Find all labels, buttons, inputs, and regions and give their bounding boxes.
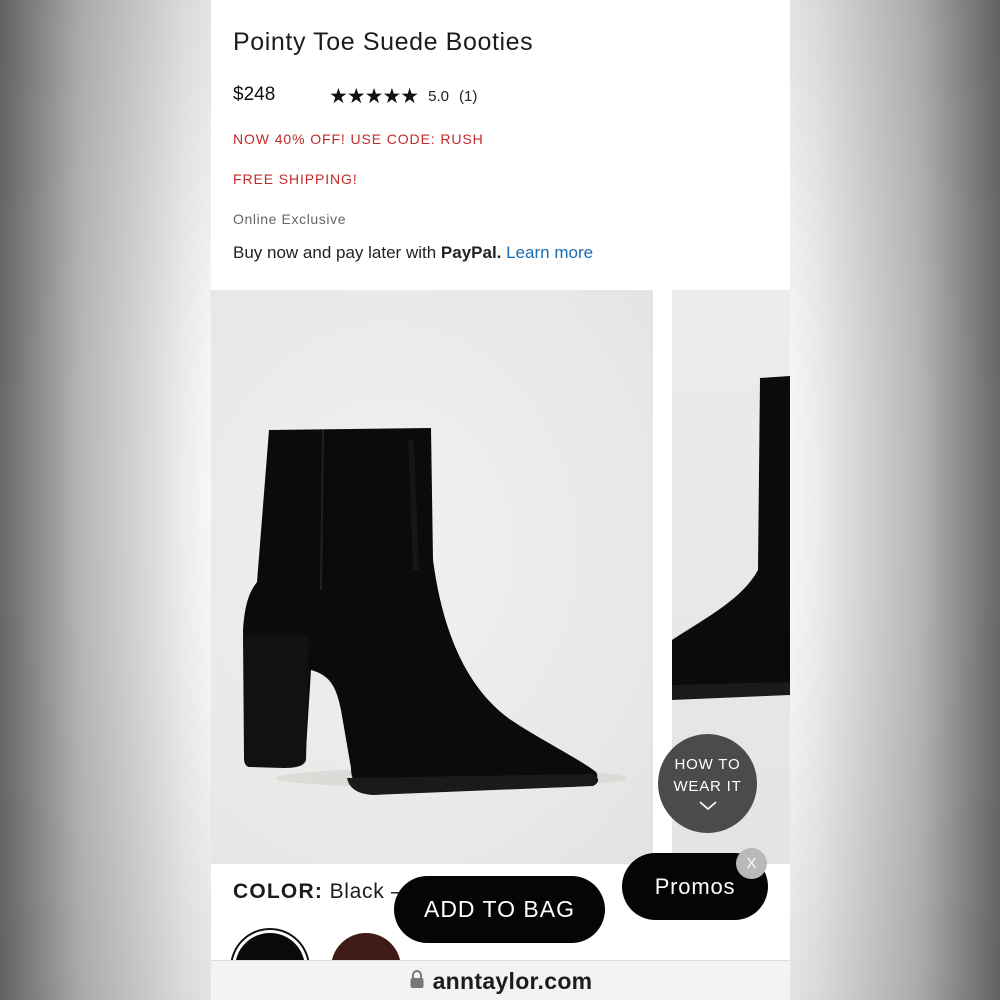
url-text: anntaylor.com <box>432 967 593 994</box>
how-to-wear-button[interactable]: HOW TO WEAR IT <box>658 734 757 833</box>
paypal-prefix: Buy now and pay later with <box>233 243 441 262</box>
paypal-message: Buy now and pay later with PayPal. Learn… <box>233 243 593 263</box>
close-icon[interactable]: X <box>736 848 767 879</box>
how-to-wear-line2: WEAR IT <box>673 777 742 795</box>
color-label: COLOR: Black – <box>233 880 403 904</box>
color-value: Black – <box>329 880 404 903</box>
chevron-down-icon <box>698 800 717 814</box>
online-exclusive-label: Online Exclusive <box>233 211 347 227</box>
boot-image-icon <box>243 428 626 795</box>
browser-url-bar[interactable]: anntaylor.com <box>211 960 790 1000</box>
promo-discount-text: NOW 40% OFF! USE CODE: RUSH <box>233 131 484 147</box>
paypal-brand: PayPal. <box>440 243 502 262</box>
paypal-learn-more-link[interactable]: Learn more <box>506 243 593 262</box>
product-rating[interactable]: ★★★★★ 5.0 (1) <box>329 84 477 109</box>
product-title: Pointy Toe Suede Booties <box>233 28 534 56</box>
lock-icon <box>409 969 425 994</box>
promo-shipping-text: FREE SHIPPING! <box>233 171 358 187</box>
star-rating-icon: ★★★★★ <box>329 85 419 108</box>
color-label-key: COLOR: <box>233 880 324 903</box>
add-to-bag-button[interactable]: ADD TO BAG <box>394 876 605 943</box>
how-to-wear-line1: HOW TO <box>674 755 741 773</box>
phone-screen: Pointy Toe Suede Booties $248 ★★★★★ 5.0 … <box>211 0 790 1000</box>
product-image-gallery[interactable]: HOW TO WEAR IT <box>211 290 790 864</box>
product-image-main[interactable] <box>211 290 653 864</box>
product-price: $248 <box>233 84 276 105</box>
rating-value: 5.0 <box>428 88 449 105</box>
review-count[interactable]: (1) <box>459 88 477 105</box>
